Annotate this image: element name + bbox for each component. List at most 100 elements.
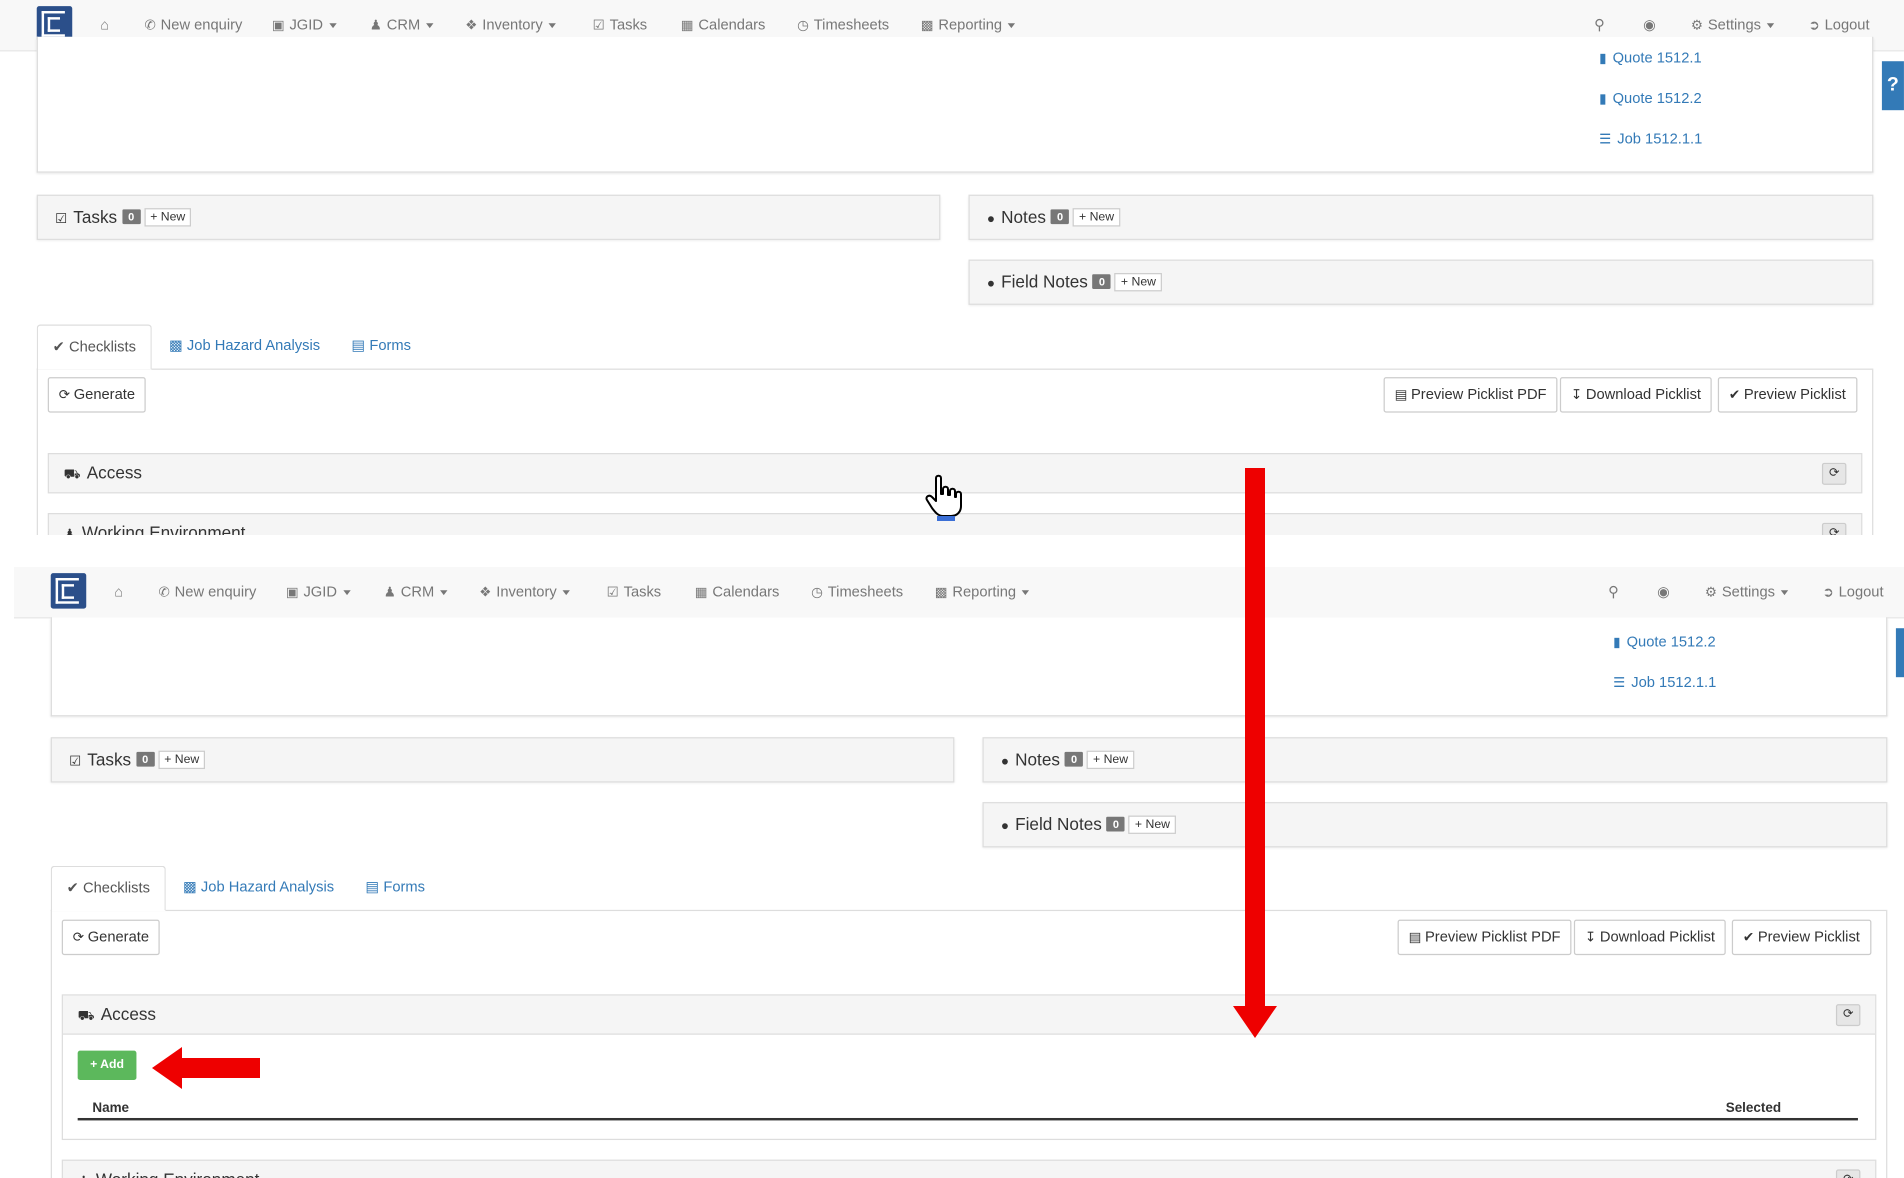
- preview-picklist-pdf-button[interactable]: ▤ Preview Picklist PDF: [1383, 377, 1558, 413]
- refresh-icon[interactable]: ⟳: [1821, 522, 1847, 535]
- clock-icon: ◷: [811, 585, 823, 601]
- refresh-icon: ⟳: [72, 930, 85, 946]
- globe-icon[interactable]: ◉: [1657, 583, 1670, 600]
- tab-bar: ✔ Checklists ▩ Job Hazard Analysis ▤ For…: [36, 324, 1873, 370]
- nav-timesheets[interactable]: ◷ Timesheets: [797, 16, 889, 33]
- user-icon: ♟: [64, 528, 76, 535]
- download-picklist-button[interactable]: ↧ Download Picklist: [1573, 919, 1727, 956]
- plus-icon: +: [1120, 275, 1132, 289]
- jgid-icon: ▣: [271, 18, 285, 34]
- nav-crm[interactable]: ♟ CRM: [384, 583, 448, 600]
- quote-link[interactable]: ▮ Quote 1512.2: [1599, 89, 1702, 106]
- new-note-button[interactable]: + New: [1086, 750, 1135, 770]
- check-icon: ✔: [1728, 388, 1741, 403]
- job-link[interactable]: ☰ Job 1512.1.1: [1599, 130, 1702, 147]
- add-button[interactable]: + Add: [77, 1050, 137, 1081]
- nav-new-enquiry[interactable]: ✆ New enquiry: [158, 583, 256, 600]
- preview-picklist-button[interactable]: ✔ Preview Picklist: [1731, 919, 1871, 956]
- nav-jgid[interactable]: ▣ JGID: [286, 583, 351, 600]
- signal-icon: ▩: [182, 877, 201, 896]
- column-name: Name: [92, 1100, 130, 1116]
- preview-picklist-button[interactable]: ✔ Preview Picklist: [1717, 377, 1857, 413]
- nav-timesheets[interactable]: ◷ Timesheets: [811, 583, 903, 600]
- nav-settings[interactable]: ⚙ Settings: [1705, 583, 1789, 600]
- check-icon: ✔: [52, 337, 69, 356]
- user-icon: ♟: [78, 1174, 90, 1178]
- quote-link[interactable]: ▮ Quote 1512.2: [1613, 633, 1716, 650]
- tab-forms[interactable]: ▤ Forms: [365, 866, 425, 909]
- check-icon: ✔: [66, 879, 83, 897]
- nav-reporting[interactable]: ▩ Reporting: [935, 583, 1030, 600]
- generate-button[interactable]: ⟳ Generate: [61, 919, 161, 956]
- nav-reporting[interactable]: ▩ Reporting: [921, 16, 1016, 33]
- plus-icon: +: [164, 753, 175, 767]
- list-icon: ☰: [1599, 132, 1612, 147]
- preview-picklist-pdf-button[interactable]: ▤ Preview Picklist PDF: [1397, 919, 1572, 956]
- access-section-header[interactable]: ⛟ Access ⟳: [62, 995, 1876, 1035]
- download-picklist-button[interactable]: ↧ Download Picklist: [1559, 377, 1713, 413]
- working-environment-section[interactable]: ♟Working Environment ⟳: [61, 1159, 1877, 1178]
- new-field-note-button[interactable]: + New: [1114, 273, 1163, 292]
- job-link[interactable]: ☰ Job 1512.1.1: [1613, 674, 1716, 691]
- new-note-button[interactable]: + New: [1072, 208, 1121, 227]
- tasks-panel: ☑ Tasks 0 + New: [36, 194, 941, 240]
- globe-icon[interactable]: ◉: [1643, 16, 1656, 33]
- nav-jgid[interactable]: ▣ JGID: [272, 16, 337, 33]
- home-icon[interactable]: ⌂: [114, 583, 123, 600]
- navbar: ⌂ ✆ New enquiry ▣ JGID ♟ CRM ❖ Inventory ☑ Ta…: [14, 567, 1904, 619]
- nav-calendars[interactable]: ▦ Calendars: [681, 16, 766, 33]
- home-icon[interactable]: ⌂: [100, 16, 109, 33]
- help-side-tab[interactable]: [1895, 628, 1904, 678]
- gear-icon: ⚙: [1704, 585, 1717, 601]
- new-task-button[interactable]: + New: [158, 750, 206, 770]
- nav-tasks[interactable]: ☑ Tasks: [593, 16, 648, 33]
- calendar-icon: ▦: [694, 585, 708, 601]
- search-icon[interactable]: ⚲: [1594, 16, 1605, 33]
- car-icon: ⛟: [77, 1009, 95, 1024]
- file-pdf-icon: ▤: [1408, 930, 1422, 946]
- search-icon[interactable]: ⚲: [1608, 583, 1619, 600]
- tab-job-hazard-analysis[interactable]: ▩ Job Hazard Analysis: [183, 866, 334, 909]
- nav-inventory[interactable]: ❖ Inventory: [479, 583, 571, 601]
- users-icon: ♟: [383, 585, 396, 601]
- check-square-icon: ☑: [69, 754, 82, 770]
- refresh-icon[interactable]: ⟳: [1835, 1004, 1861, 1027]
- file-icon: ▮: [1613, 635, 1621, 651]
- refresh-icon[interactable]: ⟳: [1835, 1169, 1861, 1178]
- generate-button[interactable]: ⟳ Generate: [47, 377, 147, 413]
- related-links-box: [36, 36, 1874, 173]
- nav-logout[interactable]: ➲ Logout: [1822, 583, 1883, 600]
- nav-tasks[interactable]: ☑ Tasks: [607, 583, 662, 600]
- file-pdf-icon: ▤: [1394, 388, 1408, 403]
- new-task-button[interactable]: + New: [144, 208, 192, 227]
- nav-inventory[interactable]: ❖ Inventory: [465, 16, 557, 33]
- check-square-icon: ☑: [592, 18, 605, 34]
- nav-calendars[interactable]: ▦ Calendars: [695, 583, 780, 600]
- table-header: Name Selected: [77, 1100, 1858, 1121]
- download-icon: ↧: [1570, 388, 1583, 403]
- check-square-icon: ☑: [606, 585, 619, 601]
- help-side-tab[interactable]: ?: [1881, 61, 1904, 111]
- refresh-icon[interactable]: ⟳: [1821, 462, 1847, 485]
- plus-icon: +: [150, 210, 161, 225]
- tab-checklists[interactable]: ✔ Checklists: [50, 865, 166, 912]
- bottom-screenshot: ⌂ ✆ New enquiry ▣ JGID ♟ CRM ❖ Inventory ☑ Ta…: [0, 567, 1904, 1178]
- nav-settings[interactable]: ⚙ Settings: [1691, 16, 1775, 33]
- logo[interactable]: [50, 573, 87, 609]
- clock-icon: ◷: [797, 18, 809, 34]
- related-links-box: [50, 617, 1888, 717]
- tab-checklists[interactable]: ✔ Checklists: [36, 324, 152, 370]
- red-arrow-down: [1245, 468, 1265, 1018]
- tab-forms[interactable]: ▤ Forms: [351, 324, 411, 367]
- new-field-note-button[interactable]: + New: [1128, 815, 1177, 834]
- cubes-icon: ❖: [479, 585, 492, 601]
- bar-chart-icon: ▩: [934, 585, 948, 601]
- nav-logout[interactable]: ➲ Logout: [1808, 16, 1869, 33]
- tab-job-hazard-analysis[interactable]: ▩ Job Hazard Analysis: [169, 324, 320, 367]
- nav-crm[interactable]: ♟ CRM: [370, 16, 434, 33]
- quote-link[interactable]: ▮ Quote 1512.1: [1599, 49, 1702, 66]
- plus-icon: +: [1093, 753, 1104, 767]
- tasks-count-badge: 0: [136, 751, 155, 767]
- field-notes-count-badge: 0: [1106, 816, 1126, 832]
- nav-new-enquiry[interactable]: ✆ New enquiry: [144, 16, 242, 33]
